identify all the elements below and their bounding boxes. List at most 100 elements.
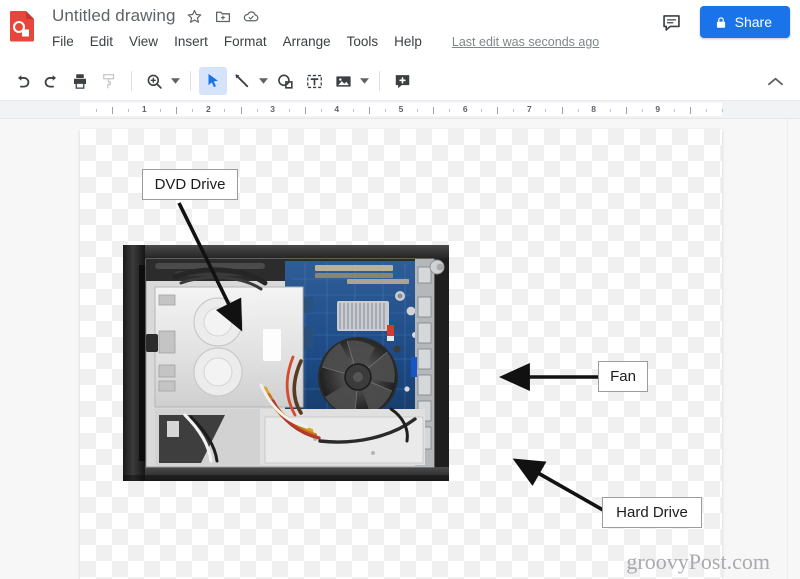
ruler-number: 3: [270, 104, 275, 114]
chevron-down-icon: [360, 78, 369, 84]
paint-format-icon: [103, 73, 115, 89]
ruler-tick: [320, 109, 322, 112]
ruler-tick: [497, 107, 499, 114]
ruler-tick: [240, 107, 242, 114]
menu-arrange[interactable]: Arrange: [283, 33, 331, 50]
ruler-tick: [577, 109, 579, 112]
line-icon: [234, 73, 248, 87]
callout-hard-drive[interactable]: Hard Drive: [602, 497, 702, 528]
callout-hard-drive-label: Hard Drive: [616, 504, 688, 521]
image-icon: [335, 75, 351, 87]
chevron-up-icon: [767, 77, 783, 85]
chevron-down-icon: [171, 78, 180, 84]
text-box-button[interactable]: [300, 67, 328, 95]
ruler-track: 1 2 3 4 5 6 7 8 9: [80, 103, 723, 116]
ruler-tick: [481, 109, 483, 112]
scrollbar-area[interactable]: [787, 119, 800, 579]
title-row: Untitled drawing: [52, 6, 260, 26]
cursor-arrow-icon: [208, 73, 218, 88]
callout-fan-label: Fan: [610, 368, 636, 385]
top-bar-actions: Share: [660, 6, 790, 38]
ruler-tick: [192, 109, 194, 112]
menu-format[interactable]: Format: [224, 33, 267, 50]
share-button[interactable]: Share: [699, 6, 790, 38]
star-icon[interactable]: [186, 7, 204, 25]
google-drawings-logo[interactable]: [10, 10, 36, 42]
menu-tools[interactable]: Tools: [347, 33, 379, 50]
select-tool-button[interactable]: [199, 67, 227, 95]
last-edit-status[interactable]: Last edit was seconds ago: [452, 35, 599, 49]
top-bar: Untitled drawing File Edit View Insert F…: [0, 0, 800, 62]
toolbar-separator: [379, 71, 380, 91]
ruler-tick: [160, 109, 162, 112]
line-tool-button[interactable]: [228, 67, 256, 95]
menu-insert[interactable]: Insert: [174, 33, 208, 50]
watermark: groovyPost.com: [626, 549, 770, 574]
ruler-tick: [256, 109, 258, 112]
ruler-tick: [561, 107, 563, 114]
line-dropdown-caret[interactable]: [257, 67, 270, 95]
ruler-tick: [224, 109, 226, 112]
add-comment-icon: [395, 74, 409, 88]
menu-view[interactable]: View: [129, 33, 158, 50]
ruler-tick: [722, 109, 723, 112]
ruler-tick: [545, 109, 547, 112]
ruler-tick: [705, 109, 707, 112]
zoom-button[interactable]: [140, 67, 168, 95]
ruler-number: 5: [398, 104, 404, 114]
comment-icon[interactable]: [660, 10, 684, 34]
print-button[interactable]: [66, 67, 94, 95]
cloud-saved-icon[interactable]: [242, 7, 260, 25]
toolbar-separator: [190, 71, 191, 91]
arrow-hard-drive: [512, 458, 611, 516]
ruler-number: 8: [591, 104, 596, 114]
paint-format-button[interactable]: [95, 67, 123, 95]
drawing-canvas[interactable]: DVD Drive Fan Hard Drive: [80, 129, 722, 579]
ruler-tick: [433, 107, 435, 114]
toolbar-separator: [131, 71, 132, 91]
callout-dvd-drive[interactable]: DVD Drive: [142, 169, 238, 200]
ruler-tick: [689, 107, 691, 114]
share-button-label: Share: [734, 14, 772, 30]
ruler-number: 1: [141, 104, 147, 114]
image-dropdown-caret[interactable]: [358, 67, 371, 95]
ruler-tick: [304, 107, 306, 114]
ruler-tick: [449, 109, 451, 112]
redo-icon: [44, 74, 56, 88]
document-title[interactable]: Untitled drawing: [52, 6, 176, 26]
undo-button[interactable]: [8, 67, 36, 95]
ruler-number: 2: [206, 104, 211, 114]
undo-icon: [17, 74, 29, 88]
zoom-dropdown-caret[interactable]: [169, 67, 182, 95]
move-to-folder-icon[interactable]: [214, 7, 232, 25]
print-icon: [74, 74, 86, 89]
computer-interior-image[interactable]: [115, 239, 455, 489]
collapse-toolbar-button[interactable]: [764, 70, 786, 92]
ruler-tick: [609, 109, 611, 112]
ruler-number: 7: [527, 104, 532, 114]
ruler-tick: [673, 109, 675, 112]
callout-dvd-drive-label: DVD Drive: [154, 176, 226, 193]
ruler-tick: [128, 109, 130, 112]
chevron-down-icon: [259, 78, 268, 84]
toolbar: [0, 62, 800, 101]
ruler-tick: [112, 107, 114, 114]
image-button[interactable]: [329, 67, 357, 95]
text-box-icon: [306, 74, 322, 88]
menu-bar: File Edit View Insert Format Arrange Too…: [52, 33, 599, 50]
ruler-tick: [384, 109, 386, 112]
menu-file[interactable]: File: [52, 33, 74, 50]
redo-button[interactable]: [37, 67, 65, 95]
ruler-tick: [368, 107, 370, 114]
menu-edit[interactable]: Edit: [90, 33, 113, 50]
ruler-tick: [176, 107, 178, 114]
ruler-tick: [417, 109, 419, 112]
callout-fan[interactable]: Fan: [598, 361, 648, 392]
menu-help[interactable]: Help: [394, 33, 422, 50]
ruler[interactable]: 1 2 3 4 5 6 7 8 9: [0, 101, 800, 119]
shape-tool-button[interactable]: [271, 67, 299, 95]
ruler-tick: [288, 109, 290, 112]
ruler-number: 4: [334, 104, 340, 114]
add-comment-button[interactable]: [388, 67, 416, 95]
ruler-number: 6: [462, 104, 468, 114]
